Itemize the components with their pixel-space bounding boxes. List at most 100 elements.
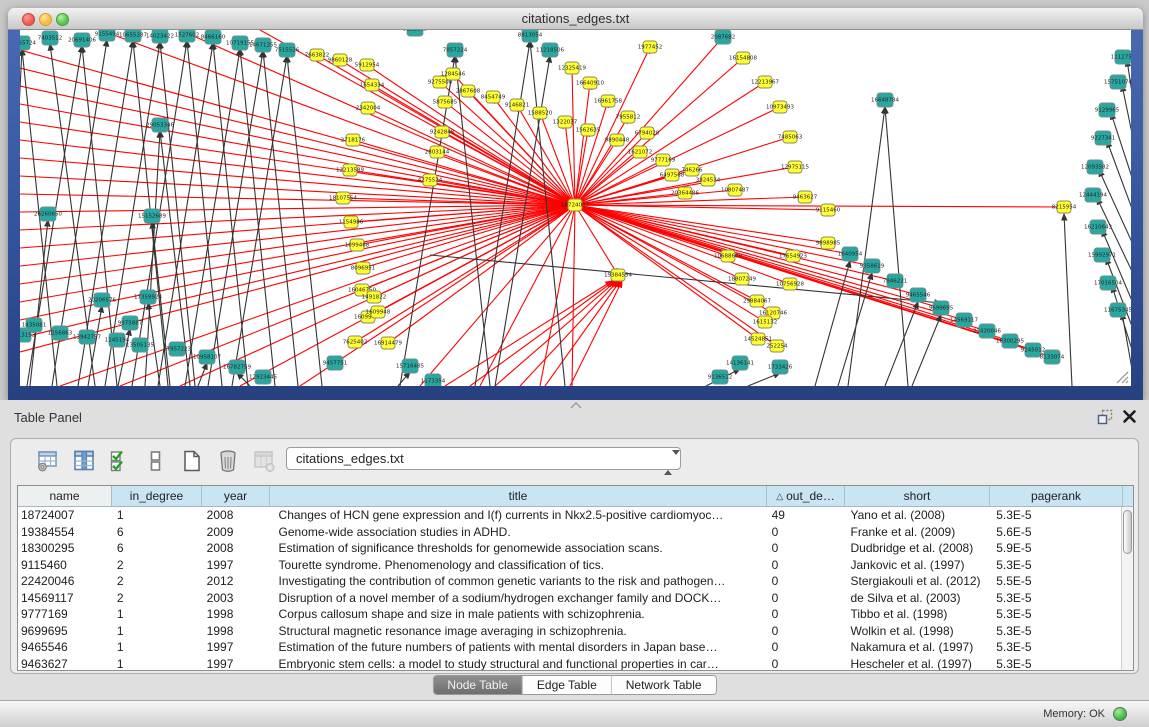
table-cell-out_degree: 0 [766, 558, 844, 572]
network-node-label: 26260650 [34, 212, 62, 218]
network-node-label: 18807249 [728, 277, 756, 283]
network-node-label: 9699695 [929, 306, 954, 312]
network-node-label: 9465546 [906, 293, 931, 299]
delete-column-button[interactable] [215, 448, 241, 474]
table-row[interactable]: 977716911998Corpus callosum shape and si… [18, 606, 1121, 623]
tab-network-table[interactable]: Network Table [612, 676, 716, 694]
network-node-label: 18107554 [329, 196, 357, 202]
table-cell-title: Estimation of significance thresholds fo… [270, 541, 766, 555]
delete-table-button[interactable] [251, 448, 277, 474]
network-node-label: 20206576 [88, 298, 116, 304]
deselect-all-columns-button[interactable] [143, 448, 169, 474]
create-column-button[interactable] [179, 448, 205, 474]
network-node-label: 10756928 [776, 282, 804, 288]
network-node-label: 18300295 [996, 339, 1024, 345]
network-node-label: 8133074 [1040, 355, 1065, 361]
table-cell-short: Franke et al. (2009) [843, 525, 988, 539]
network-graph[interactable]: 7663822986012859129541654334234200427181… [20, 30, 1131, 386]
column-header-short[interactable]: short [845, 486, 990, 506]
table-cell-name: 14569117 [18, 591, 112, 605]
select-all-columns-button[interactable] [107, 448, 133, 474]
column-header-in_degree[interactable]: in_degree [112, 486, 202, 506]
table-cell-name: 9463627 [18, 657, 112, 670]
table-row[interactable]: 2242004622012Investigating the contribut… [18, 573, 1121, 590]
network-node-label: 10973493 [766, 105, 794, 111]
network-node-label: 12093582 [1081, 165, 1109, 171]
network-canvas[interactable]: 7663822986012859129541654334234200427181… [20, 30, 1131, 386]
network-node-label: 1322037 [553, 120, 578, 126]
table-row[interactable]: 1872400712008Changes of HCN gene express… [18, 507, 1121, 524]
table-cell-name: 9465546 [18, 640, 112, 654]
column-header-title[interactable]: title [270, 486, 767, 506]
delete-table-icon [252, 449, 276, 473]
table-cell-short: Wolkin et al. (1998) [843, 624, 988, 638]
table-cell-year: 2008 [202, 541, 270, 555]
table-row[interactable]: 969969511998Structural magnetic resonanc… [18, 623, 1121, 640]
network-node-label: 16640910 [576, 81, 604, 87]
network-node-label: 10807487 [721, 188, 749, 194]
column-header-year[interactable]: year [202, 486, 270, 506]
network-node-label: 7403512 [38, 36, 63, 42]
network-node-label: 1156863 [48, 331, 73, 337]
table-row[interactable]: 1938455462009Genome-wide association stu… [18, 524, 1121, 541]
table-row[interactable]: 1456911722003Disruption of a novel membe… [18, 590, 1121, 607]
new-document-icon [180, 449, 204, 473]
network-node-label: 19384554 [604, 273, 632, 279]
network-node-label: 11218506 [536, 48, 564, 54]
table-scrollbar[interactable] [1121, 507, 1133, 670]
table-cell-out_degree: 49 [766, 508, 844, 522]
table-cell-in_degree: 2 [112, 591, 202, 605]
network-node-label: 14023422 [146, 34, 174, 40]
table-cell-short: Tibbo et al. (1998) [843, 607, 988, 621]
column-header-pagerank[interactable]: pagerank [990, 486, 1123, 506]
table-cell-in_degree: 2 [112, 574, 202, 588]
table-cell-short: de Silva et al. (2003) [843, 591, 988, 605]
table-cell-title: Changes of HCN gene expression and I(f) … [270, 508, 766, 522]
table-row[interactable]: 911546021997Tourette syndrome. Phenomeno… [18, 557, 1121, 574]
network-node-label: 16782759 [223, 365, 251, 371]
network-node-label: 5875685 [433, 100, 458, 106]
network-node-label: 7625402 [343, 340, 368, 346]
float-panel-icon[interactable] [1097, 409, 1113, 425]
network-node-label: 1099468 [345, 243, 370, 249]
table-cell-short: Jankovic et al. (1997) [843, 558, 988, 572]
table-cell-short: Hescheler et al. (1997) [843, 657, 988, 670]
network-node-label: 1654334 [360, 83, 385, 89]
scrollbar-thumb[interactable] [1123, 510, 1132, 554]
table-header-row: namein_degreeyeartitle△out_de…shortpager… [18, 486, 1133, 507]
table-cell-year: 2012 [202, 574, 270, 588]
network-node-label: 1640954 [838, 252, 863, 258]
table-row[interactable]: 946362711997Embryonic stem cells: a mode… [18, 656, 1121, 671]
network-node-label: 9227341 [1091, 136, 1116, 142]
column-header-out_degree[interactable]: △out_de… [767, 486, 845, 506]
window-titlebar[interactable]: citations_edges.txt [8, 8, 1143, 30]
network-node-label: 22420046 [973, 329, 1001, 335]
network-node-label: 746266 [682, 168, 703, 174]
table-cell-title: Estimation of the future numbers of pati… [270, 640, 766, 654]
table-cell-pagerank: 5.5E-5 [988, 574, 1121, 588]
table-settings-button[interactable] [35, 448, 61, 474]
resize-grip-icon[interactable] [1111, 368, 1129, 384]
table-selector-dropdown[interactable]: citations_edges.txt [286, 447, 681, 470]
network-node-label: 9155494 [95, 32, 120, 38]
show-columns-button[interactable] [71, 448, 97, 474]
table-cell-title: Structural magnetic resonance image aver… [270, 624, 766, 638]
column-header-name[interactable]: name [18, 486, 112, 506]
tab-edge-table[interactable]: Edge Table [523, 676, 612, 694]
table-row[interactable]: 946554611997Estimation of the future num… [18, 639, 1121, 656]
network-node-label: 7846221 [883, 279, 908, 285]
memory-status-label: Memory: OK [1043, 708, 1105, 720]
close-panel-icon[interactable] [1122, 409, 1137, 424]
tab-node-table[interactable]: Node Table [433, 676, 523, 694]
network-node-label: 7857224 [443, 48, 468, 54]
table-cell-name: 18724007 [18, 508, 112, 522]
network-node-label: 16648784 [871, 98, 899, 104]
network-node-label: 2803144 [425, 150, 450, 156]
network-node-label: 15751074 [1104, 80, 1131, 86]
table-cell-in_degree: 6 [112, 541, 202, 555]
table-row[interactable]: 1830029562008Estimation of significance … [18, 540, 1121, 557]
table-cell-pagerank: 5.3E-5 [988, 607, 1121, 621]
network-node-label: 6794028 [635, 131, 660, 137]
network-node-label: 16154808 [729, 56, 757, 62]
network-node-label: 29884067 [743, 299, 771, 305]
